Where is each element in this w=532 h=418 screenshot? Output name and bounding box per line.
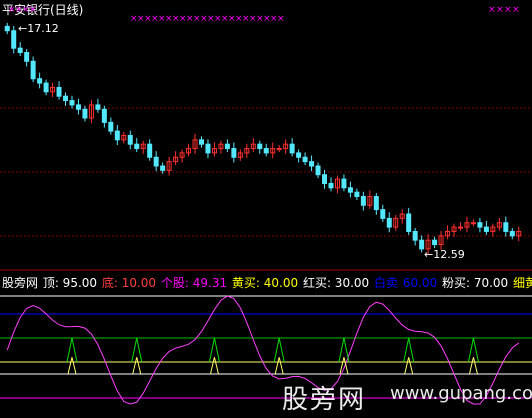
candle-body-2 (17, 47, 23, 54)
candle-body-22 (147, 143, 153, 158)
buy-spike-yellow-6 (468, 357, 478, 375)
top-marker-left-3: × (29, 5, 37, 15)
candle-body-48 (315, 165, 321, 176)
candle-body-59 (386, 217, 392, 228)
candle-body-12 (82, 108, 88, 119)
candle-body-50 (328, 182, 334, 189)
candle-body-3 (24, 52, 30, 62)
candle-body-47 (309, 161, 315, 167)
candle-body-17 (114, 130, 120, 141)
legend-item-2: 底: 10.00 (101, 276, 160, 290)
watermark-url: www.gupang.com (390, 383, 532, 404)
candle-body-11 (75, 104, 81, 110)
candle-body-20 (134, 143, 140, 150)
candle-body-49 (322, 174, 328, 184)
candle-body-66 (432, 239, 438, 246)
watermark-text: 股旁网 (282, 385, 367, 415)
top-marker-right-0: × (488, 5, 496, 15)
candle-body-39 (257, 143, 263, 150)
legend-item-5: 红买: 30.00 (302, 276, 373, 290)
candle-body-44 (289, 143, 295, 154)
legend-item-4: 黄买: 40.00 (231, 276, 302, 290)
candle-body-35 (231, 148, 237, 158)
indicator-legend: 股旁网 顶: 95.00 底: 10.00 个股: 49.31 黄买: 40.0… (2, 274, 532, 291)
candle-body-46 (302, 156, 308, 163)
candle-body-52 (341, 178, 347, 189)
top-marker-right-1: × (496, 5, 504, 15)
candle-body-10 (69, 100, 75, 106)
candle-body-45 (296, 152, 302, 158)
buy-spike-yellow-1 (132, 357, 142, 375)
candle-body-16 (108, 121, 114, 132)
candle-body-31 (205, 143, 211, 154)
chart-canvas: × × × × × × × × × × × × × × × × × × × × × ×× × × × × × × ×←17.12←12.… (0, 5, 532, 405)
top-marker-right-3: × (512, 5, 520, 15)
candle-body-53 (347, 187, 353, 193)
candle-body-23 (153, 156, 159, 167)
candle-body-4 (30, 60, 36, 80)
candle-body-54 (354, 191, 360, 198)
top-marker-right-2: × (504, 5, 512, 15)
buy-spike-yellow-3 (274, 357, 284, 375)
candle-body-19 (127, 134, 133, 145)
legend-item-1: 顶: 95.00 (42, 276, 101, 290)
candle-body-77 (503, 222, 509, 232)
candle-body-1 (11, 30, 17, 49)
buy-spike-yellow-5 (404, 357, 414, 375)
buy-spike-yellow-0 (67, 357, 77, 375)
candle-body-15 (101, 108, 107, 123)
candle-body-42 (276, 148, 282, 151)
legend-item-8: 粉买: 70.00 (441, 276, 513, 290)
candle-body-55 (360, 196, 366, 206)
candle-body-57 (373, 196, 379, 211)
candle-body-74 (483, 226, 489, 232)
candle-body-73 (477, 222, 483, 228)
legend-item-3: 个股: 49.31 (160, 276, 231, 290)
candle-body-72 (470, 222, 476, 225)
candle-body-70 (457, 226, 463, 229)
candle-body-78 (509, 230, 515, 237)
candle-body-8 (56, 86, 62, 97)
price-annotation-high: ←17.12 (18, 22, 59, 35)
candle-body-14 (95, 104, 101, 110)
candle-body-30 (198, 139, 204, 145)
candle-body-24 (160, 165, 166, 171)
legend-item-0: 股旁网 (2, 276, 42, 290)
candle-body-63 (412, 230, 418, 241)
legend-item-7: 60.00 (402, 276, 441, 290)
price-annotation-low: ←12.59 (424, 248, 465, 261)
candle-body-58 (380, 209, 386, 219)
top-marker-21: × (277, 14, 285, 24)
buy-spike-yellow-2 (209, 357, 219, 375)
candle-body-34 (224, 143, 230, 150)
candle-body-62 (406, 213, 412, 232)
legend-item-6: 白卖 (373, 276, 402, 290)
candle-body-9 (63, 95, 69, 102)
candle-body-6 (43, 82, 49, 93)
candle-body-0 (4, 25, 10, 32)
candle-body-5 (37, 78, 43, 84)
legend-item-9: 细黄 (513, 276, 532, 290)
candle-body-40 (263, 148, 269, 154)
